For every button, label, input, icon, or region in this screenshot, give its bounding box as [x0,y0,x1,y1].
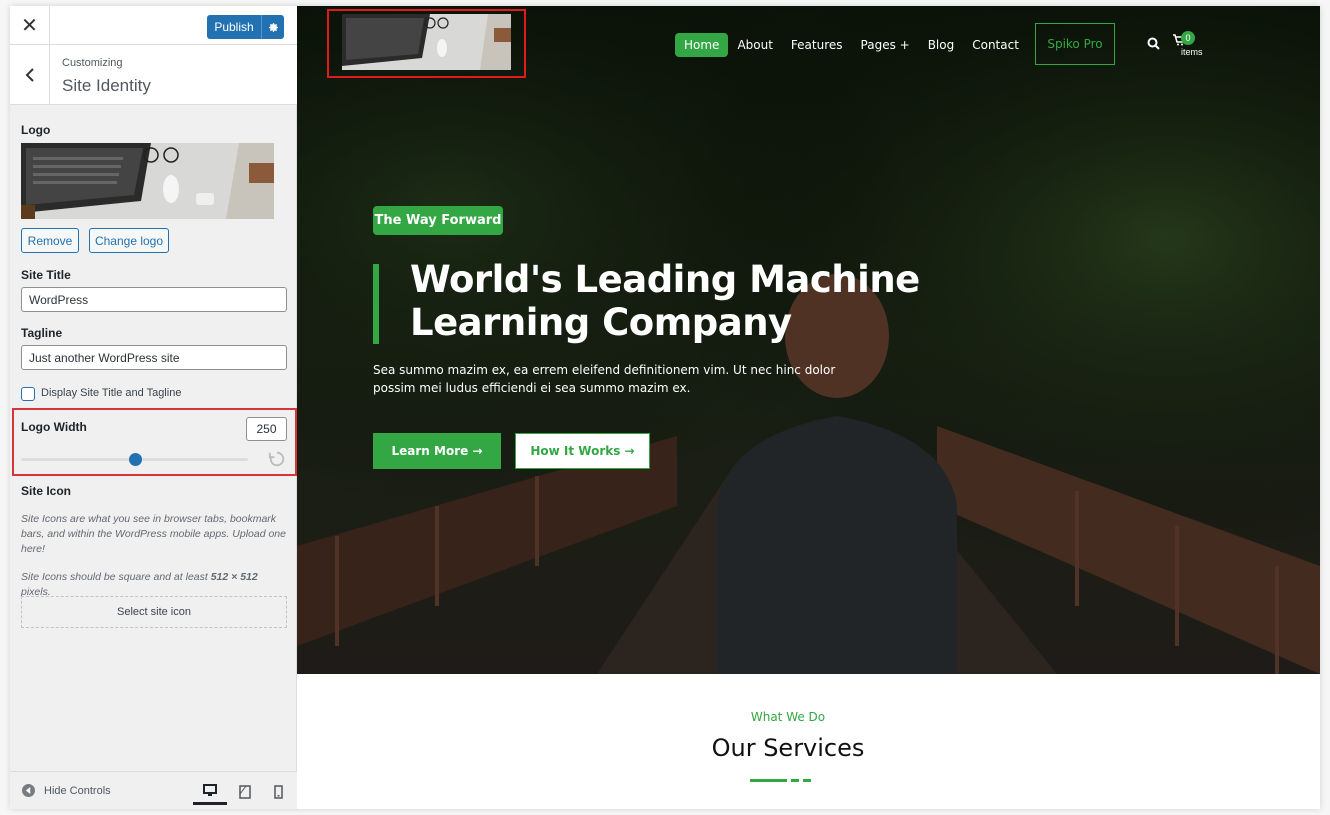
customizer-sidebar: ✕ Publish Customizing Site Identity Logo [10,6,297,809]
our-services-heading: Our Services [711,734,865,762]
change-logo-button[interactable]: Change logo [89,228,169,253]
tablet-icon [239,785,251,799]
sidebar-header: ✕ Publish [10,6,297,45]
customizer-window: ✕ Publish Customizing Site Identity Logo [10,6,1320,809]
logo-highlight [327,9,526,78]
nav-home[interactable]: Home [675,33,729,57]
gear-icon[interactable] [261,15,284,39]
cart-items-label: items [1181,47,1203,57]
sidebar-footer: Hide Controls [10,771,297,809]
hero-paragraph: Sea summo mazim ex, ea errem eleifend de… [373,363,836,395]
publish-button[interactable]: Publish [207,15,284,39]
learn-more-button[interactable]: Learn More → [373,433,501,469]
nav-features[interactable]: Features [782,33,852,57]
reset-icon[interactable] [268,450,286,468]
close-button[interactable]: ✕ [10,6,50,45]
size-note-a: Site Icons should be square and at least [21,571,211,583]
site-icon-label: Site Icon [21,484,72,498]
chevron-left-icon [25,68,34,82]
tablet-preview-button[interactable] [228,779,262,805]
site-preview: Home About Features Pages + Blog Contact… [297,6,1320,809]
search-icon[interactable] [1147,37,1160,50]
site-title-input[interactable]: WordPress [21,287,287,312]
section-divider [750,779,811,782]
logo-width-input[interactable]: 250 [246,417,287,441]
display-title-checkbox[interactable] [21,387,35,401]
logo-width-label: Logo Width [21,420,87,434]
divider-long [750,779,787,782]
section-header: Customizing Site Identity [10,45,297,105]
site-title-label: Site Title [21,268,71,282]
hide-controls-button[interactable]: Hide Controls [22,784,111,797]
cart-count-badge: 0 [1181,31,1195,45]
breadcrumb: Customizing [62,57,123,69]
nav-contact[interactable]: Contact [963,33,1028,57]
desktop-preview-button[interactable] [193,779,227,805]
hide-controls-label: Hide Controls [44,784,111,797]
logo-width-slider-handle[interactable] [129,453,142,466]
remove-logo-button[interactable]: Remove [21,228,79,253]
display-title-checkbox-label: Display Site Title and Tagline [41,387,182,399]
hero-headline-line1: World's Leading Machine [410,258,920,301]
what-we-do-label: What We Do [750,710,826,724]
publish-label: Publish [214,20,254,34]
hero-headline: World's Leading Machine Learning Company [410,258,1010,344]
nav-blog[interactable]: Blog [919,33,964,57]
hide-controls-icon [22,784,35,797]
hero-headline-line2: Learning Company [410,301,792,344]
tagline-label: Tagline [21,326,63,340]
main-navigation: Home About Features Pages + Blog Contact [675,33,1028,57]
logo-preview-image [21,143,274,219]
tagline-input[interactable]: Just another WordPress site [21,345,287,370]
hero-section: Home About Features Pages + Blog Contact… [297,6,1320,674]
size-note-b: 512 × 512 [210,571,258,583]
site-icon-description: Site Icons are what you see in browser t… [21,513,286,555]
spiko-pro-button[interactable]: Spiko Pro [1035,23,1115,65]
hero-accent-bar [373,264,379,344]
nav-about[interactable]: About [728,33,781,57]
desktop-icon [203,784,217,796]
divider-short-1 [791,779,799,782]
mobile-preview-button[interactable] [261,779,295,805]
logo-label: Logo [21,123,51,137]
back-button[interactable] [10,45,50,105]
mobile-icon [273,785,283,799]
hero-tag-badge: The Way Forward [373,206,503,235]
divider-short-2 [803,779,811,782]
close-icon: ✕ [21,15,38,37]
nav-pages[interactable]: Pages + [852,33,919,57]
how-it-works-button[interactable]: How It Works → [515,433,650,469]
section-title: Site Identity [62,76,151,95]
select-site-icon-button[interactable]: Select site icon [21,596,287,628]
